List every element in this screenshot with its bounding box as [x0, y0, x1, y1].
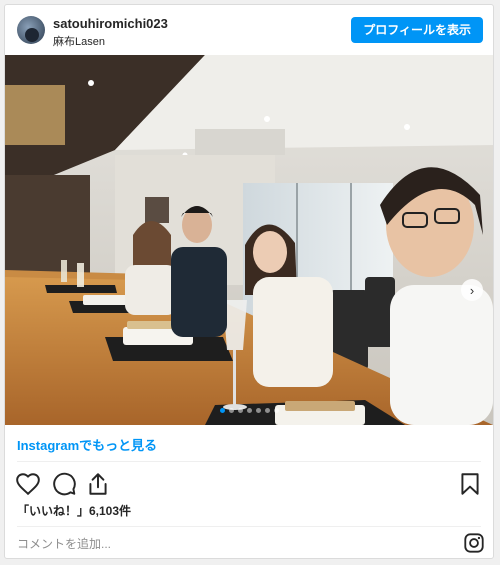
comment-input[interactable]: コメントを追加...: [17, 535, 111, 552]
chevron-right-icon: ›: [469, 282, 475, 298]
instagram-embed-card: satouhiromichi023 麻布Lasen プロフィールを表示 › In…: [4, 4, 494, 559]
bookmark-icon[interactable]: [457, 471, 483, 497]
location[interactable]: 麻布Lasen: [53, 33, 105, 49]
carousel-dot: [264, 408, 270, 413]
carousel-dot: [228, 408, 234, 413]
carousel-dot: [219, 408, 225, 413]
carousel-dot: [237, 408, 243, 413]
view-more-on-instagram-link[interactable]: Instagramでもっと見る: [17, 435, 157, 454]
comment-bar: コメントを追加...: [5, 527, 493, 560]
likes-count[interactable]: 「いいね！」6,103件: [17, 502, 131, 519]
instagram-logo-icon[interactable]: [463, 532, 485, 554]
post-header: satouhiromichi023 麻布Lasen プロフィールを表示: [5, 5, 493, 55]
divider: [17, 461, 481, 462]
carousel-dots: [5, 408, 493, 413]
next-slide-button[interactable]: ›: [461, 279, 483, 301]
post-image: [5, 55, 493, 425]
share-icon[interactable]: [85, 471, 111, 497]
carousel-dot: [246, 408, 252, 413]
heart-icon[interactable]: [15, 471, 41, 497]
avatar[interactable]: [17, 16, 45, 44]
carousel-dot: [255, 408, 261, 413]
action-bar: [15, 471, 483, 499]
view-profile-button[interactable]: プロフィールを表示: [351, 17, 483, 43]
carousel-dot: [273, 408, 279, 413]
comment-icon[interactable]: [51, 471, 77, 497]
username[interactable]: satouhiromichi023: [53, 16, 168, 31]
post-photo[interactable]: ›: [5, 55, 493, 425]
